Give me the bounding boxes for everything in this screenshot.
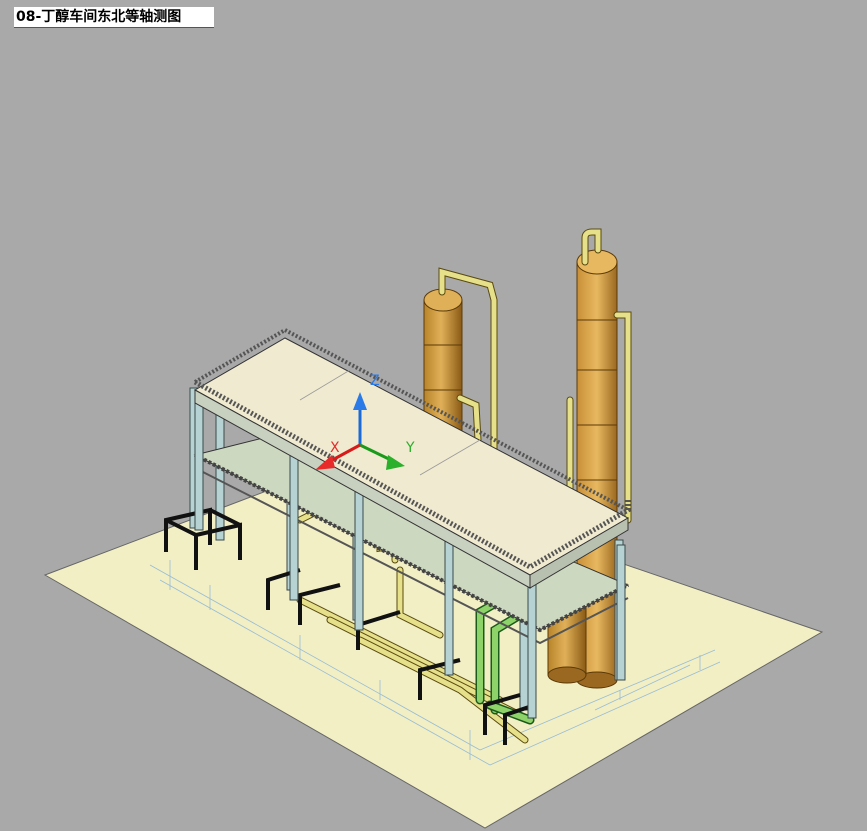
ucs-y-label: Y (405, 440, 415, 456)
isometric-model: Z Y X (43, 228, 824, 829)
cad-viewport[interactable]: 08-丁醇车间东北等轴测图 Z Y X (0, 0, 867, 831)
ucs-z-label: Z (370, 373, 380, 389)
ucs-x-label: X (330, 440, 340, 456)
